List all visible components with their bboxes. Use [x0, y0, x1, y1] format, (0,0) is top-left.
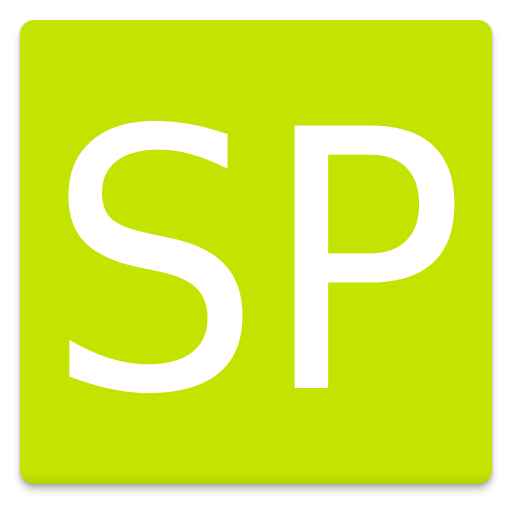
- app-icon-letters: SP: [46, 54, 466, 473]
- app-icon-logo: SP: [46, 54, 466, 473]
- app-icon[interactable]: SP: [20, 20, 492, 492]
- app-icon-tile: SP: [20, 20, 492, 484]
